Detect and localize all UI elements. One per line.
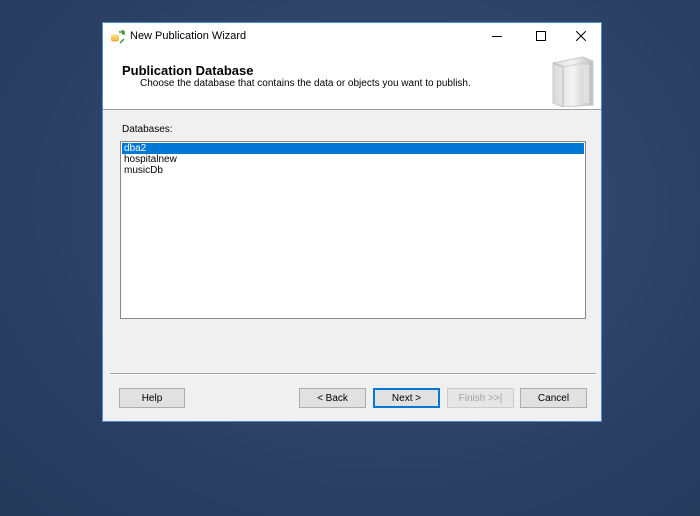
close-icon: [575, 28, 587, 46]
maximize-button[interactable]: [521, 23, 561, 51]
new-publication-wizard-dialog: New Publication Wizard Publication Datab…: [102, 22, 602, 422]
close-button[interactable]: [561, 23, 601, 51]
cancel-button[interactable]: Cancel: [520, 388, 587, 408]
list-item[interactable]: musicDb: [122, 165, 584, 176]
page-title: Publication Database: [122, 63, 254, 78]
finish-button[interactable]: Finish >>|: [447, 388, 514, 408]
minimize-icon: [492, 28, 502, 46]
maximize-icon: [536, 28, 546, 46]
minimize-button[interactable]: [477, 23, 517, 51]
title-bar[interactable]: New Publication Wizard: [103, 23, 601, 51]
window-title: New Publication Wizard: [130, 30, 247, 42]
databases-listbox[interactable]: dba2 hospitalnew musicDb: [120, 141, 586, 319]
footer-separator: [110, 373, 596, 375]
list-item[interactable]: hospitalnew: [122, 154, 584, 165]
wizard-book-icon: [543, 55, 597, 108]
page-description: Choose the database that contains the da…: [140, 78, 471, 89]
next-button[interactable]: Next >: [373, 388, 440, 408]
wizard-header: Publication Database Choose the database…: [103, 51, 601, 110]
help-button[interactable]: Help: [119, 388, 185, 408]
back-button[interactable]: < Back: [299, 388, 366, 408]
list-item[interactable]: dba2: [122, 143, 584, 154]
databases-label: Databases:: [122, 124, 173, 135]
wizard-app-icon: [110, 29, 126, 45]
